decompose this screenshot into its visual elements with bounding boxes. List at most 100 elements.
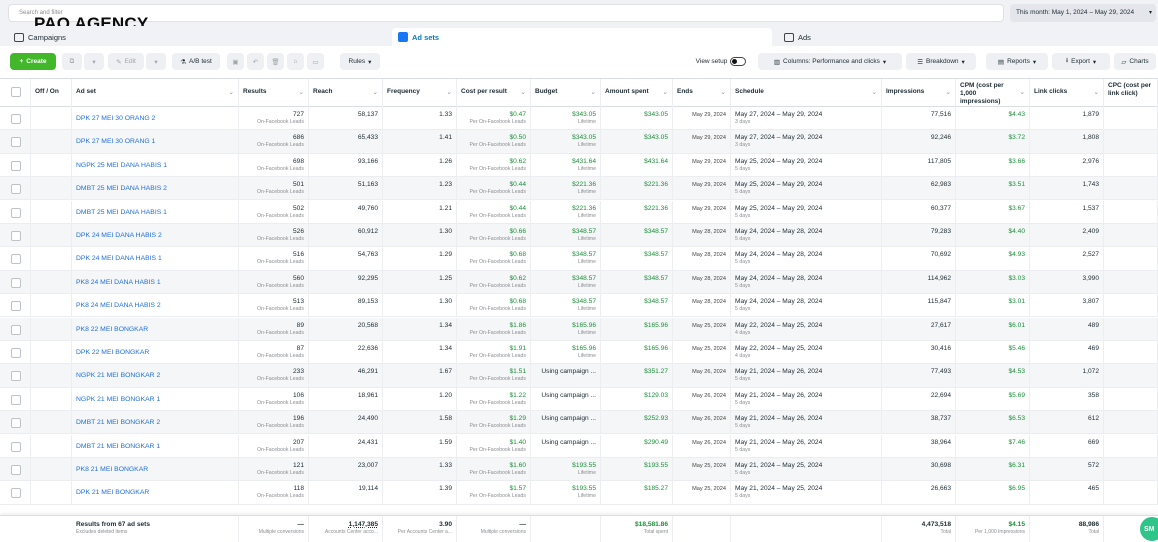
row-checkbox[interactable] bbox=[11, 184, 21, 195]
adset-name-link[interactable]: DMBT 25 MEI DANA HABIS 1 bbox=[72, 200, 239, 224]
impressions-cell: 70,692 bbox=[882, 247, 956, 271]
table-row[interactable]: DMBT 25 MEI DANA HABIS 1 502 On-Facebook … bbox=[0, 200, 1158, 224]
charts-button[interactable]: ▱ Charts bbox=[1114, 53, 1156, 70]
header-schedule[interactable]: Schedule ⌄ bbox=[731, 79, 882, 107]
adset-name-link[interactable]: DPK 21 MEI BONGKAR bbox=[72, 481, 239, 505]
preview-button[interactable]: ▭ bbox=[307, 53, 324, 70]
edit-menu-button[interactable]: ▾ bbox=[146, 53, 166, 70]
header-select-all[interactable] bbox=[0, 79, 31, 107]
header-frequency[interactable]: Frequency ⌄ bbox=[383, 79, 457, 107]
adset-name-link[interactable]: DPK 27 MEI 30 ORANG 1 bbox=[72, 130, 239, 154]
row-checkbox[interactable] bbox=[11, 465, 21, 475]
header-results[interactable]: Results ⌄ bbox=[239, 79, 309, 107]
cpr-sub: Per On-Facebook Leads bbox=[469, 329, 526, 336]
create-button[interactable]: + Create bbox=[10, 53, 56, 70]
tag-button[interactable]: ⌂ bbox=[287, 53, 304, 70]
header-cpr[interactable]: Cost per result ⌄ bbox=[457, 79, 531, 107]
header-adset[interactable]: Ad set ⌄ bbox=[72, 79, 239, 107]
header-cpc[interactable]: CPC (cost per link click) bbox=[1104, 79, 1158, 107]
duplicate-button[interactable]: ⧉ bbox=[62, 53, 82, 70]
table-row[interactable]: DPK 27 MEI 30 ORANG 2 727 On-Facebook Lea… bbox=[0, 107, 1158, 131]
adset-name-link[interactable]: PK8 24 MEI DANA HABIS 1 bbox=[72, 270, 239, 294]
archive-button[interactable]: ▣ bbox=[227, 53, 244, 70]
row-checkbox[interactable] bbox=[11, 254, 21, 265]
adset-name-link[interactable]: NGPK 25 MEI DANA HABIS 1 bbox=[72, 153, 239, 177]
row-checkbox[interactable] bbox=[11, 301, 21, 312]
row-checkbox[interactable] bbox=[11, 394, 21, 405]
table-row[interactable]: PK8 21 MEI BONGKAR 121 On-Facebook Leads … bbox=[0, 458, 1158, 482]
row-checkbox[interactable] bbox=[11, 114, 21, 124]
header-impressions[interactable]: Impressions ⌄ bbox=[882, 79, 956, 107]
row-checkbox[interactable] bbox=[11, 231, 21, 241]
adset-name-link[interactable]: NGPK 21 MEI BONGKAR 1 bbox=[72, 387, 239, 411]
adset-name-link[interactable]: DMBT 21 MEI BONGKAR 2 bbox=[72, 411, 239, 435]
adset-name-link[interactable]: DPK 24 MEI DANA HABIS 2 bbox=[72, 224, 239, 247]
adset-name-link[interactable]: DPK 27 MEI 30 ORANG 2 bbox=[72, 107, 239, 130]
impressions-value: 70,692 bbox=[930, 251, 951, 259]
row-checkbox[interactable] bbox=[11, 371, 21, 382]
table-row[interactable]: NGPK 25 MEI DANA HABIS 1 698 On-Facebook … bbox=[0, 153, 1158, 178]
cpr-value: $1.60 bbox=[509, 462, 526, 469]
table-row[interactable]: DPK 24 MEI DANA HABIS 1 516 On-Facebook L… bbox=[0, 247, 1158, 271]
select-all-checkbox[interactable] bbox=[11, 87, 21, 97]
row-checkbox[interactable] bbox=[11, 207, 21, 218]
table-row[interactable]: DMBT 21 MEI BONGKAR 1 207 On-Facebook Lea… bbox=[0, 434, 1158, 458]
impressions-value: 30,416 bbox=[930, 345, 951, 352]
view-setup-toggle[interactable]: View setup bbox=[688, 53, 754, 70]
adset-name-link[interactable]: PK8 24 MEI DANA HABIS 2 bbox=[72, 294, 239, 318]
export-label: Export bbox=[1071, 58, 1090, 65]
header-onoff[interactable]: Off / On bbox=[31, 79, 72, 107]
adset-name-link[interactable]: PK8 21 MEI BONGKAR bbox=[72, 458, 239, 481]
header-cpm[interactable]: CPM (cost per 1,000 impressions) ⌄ bbox=[956, 79, 1030, 107]
duplicate-menu-button[interactable]: ▾ bbox=[84, 53, 104, 70]
table-row[interactable]: DPK 21 MEI BONGKAR 118 On-Facebook Leads … bbox=[0, 481, 1158, 505]
table-row[interactable]: PK8 22 MEI BONGKAR 89 On-Facebook Leads 2… bbox=[0, 317, 1158, 341]
table-row[interactable]: DMBT 21 MEI BONGKAR 2 196 On-Facebook Lea… bbox=[0, 411, 1158, 435]
adset-name-link[interactable]: DPK 22 MEI BONGKAR bbox=[72, 341, 239, 364]
row-checkbox[interactable] bbox=[11, 137, 21, 148]
table-row[interactable]: NGPK 21 MEI BONGKAR 1 106 On-Facebook Lea… bbox=[0, 387, 1158, 412]
cpr-value: $0.50 bbox=[509, 134, 526, 142]
row-checkbox[interactable] bbox=[11, 324, 21, 335]
header-ends[interactable]: Ends ⌄ bbox=[673, 79, 731, 107]
tab-ads[interactable]: Ads bbox=[778, 28, 1156, 46]
search-input[interactable]: Search and filter bbox=[8, 4, 1004, 22]
header-budget[interactable]: Budget ⌄ bbox=[531, 79, 601, 107]
rules-button[interactable]: Rules ▾ bbox=[340, 53, 380, 70]
export-button[interactable]: ⭳ Export ▾ bbox=[1052, 53, 1110, 70]
edit-button[interactable]: ✎ Edit bbox=[108, 53, 144, 70]
columns-button[interactable]: ▥ Columns: Performance and clicks ▾ bbox=[758, 53, 902, 70]
row-checkbox[interactable] bbox=[11, 441, 21, 452]
row-checkbox[interactable] bbox=[11, 160, 21, 171]
table-row[interactable]: DPK 22 MEI BONGKAR 87 On-Facebook Leads 2… bbox=[0, 341, 1158, 365]
table-row[interactable]: DPK 27 MEI 30 ORANG 1 686 On-Facebook Lea… bbox=[0, 130, 1158, 154]
preview-icon: ▭ bbox=[312, 58, 319, 66]
adset-name-link[interactable]: DPK 24 MEI DANA HABIS 1 bbox=[72, 247, 239, 271]
header-clicks[interactable]: Link clicks ⌄ bbox=[1030, 79, 1104, 107]
row-checkbox[interactable] bbox=[11, 488, 21, 499]
table-row[interactable]: PK8 24 MEI DANA HABIS 2 513 On-Facebook L… bbox=[0, 294, 1158, 318]
row-checkbox[interactable] bbox=[11, 348, 21, 358]
row-checkbox[interactable] bbox=[11, 418, 21, 429]
table-row[interactable]: DMBT 25 MEI DANA HABIS 2 501 On-Facebook … bbox=[0, 177, 1158, 201]
adset-name-link[interactable]: PK8 22 MEI BONGKAR bbox=[72, 317, 239, 341]
help-chat-button[interactable]: SM bbox=[1140, 517, 1158, 541]
undo-button[interactable]: ↶ bbox=[247, 53, 264, 70]
tab-campaigns[interactable]: Campaigns bbox=[8, 28, 388, 46]
table-row[interactable]: PK8 24 MEI DANA HABIS 1 560 On-Facebook L… bbox=[0, 270, 1158, 295]
breakdown-button[interactable]: ☰ Breakdown ▾ bbox=[906, 53, 976, 70]
adset-name-link[interactable]: NGPK 21 MEI BONGKAR 2 bbox=[72, 364, 239, 388]
header-spent[interactable]: Amount spent ⌄ bbox=[601, 79, 673, 107]
row-checkbox[interactable] bbox=[11, 277, 21, 288]
adset-name-link[interactable]: DMBT 21 MEI BONGKAR 1 bbox=[72, 434, 239, 458]
footer-frequency-value: 3.90 bbox=[439, 521, 452, 528]
header-reach[interactable]: Reach ⌄ bbox=[309, 79, 383, 107]
table-row[interactable]: NGPK 21 MEI BONGKAR 2 233 On-Facebook Lea… bbox=[0, 364, 1158, 388]
date-range-picker[interactable]: This month: May 1, 2024 – May 29, 2024 ▾ bbox=[1010, 4, 1156, 22]
ab-test-button[interactable]: ⚗ A/B test bbox=[172, 53, 220, 70]
reports-button[interactable]: ▤ Reports ▾ bbox=[986, 53, 1048, 70]
delete-button[interactable]: 🗑 bbox=[267, 53, 284, 70]
adset-name-link[interactable]: DMBT 25 MEI DANA HABIS 2 bbox=[72, 177, 239, 201]
table-row[interactable]: DPK 24 MEI DANA HABIS 2 526 On-Facebook L… bbox=[0, 224, 1158, 248]
tab-adsets[interactable]: Ad sets bbox=[392, 28, 772, 46]
